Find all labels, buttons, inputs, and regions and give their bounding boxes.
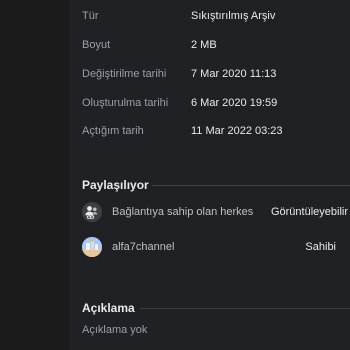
description-section-title: Açıklama xyxy=(82,301,135,315)
left-background xyxy=(0,0,69,350)
share-entry-role: Sahibi xyxy=(305,241,336,253)
share-entry-name: Bağlantıya sahip olan herkes xyxy=(112,206,254,218)
detail-value: 7 Mar 2020 11:13 xyxy=(191,68,277,80)
detail-row-opened: Açtığım tarih 11 Mar 2022 03:23 xyxy=(82,121,350,141)
share-entry-link[interactable]: Bağlantıya sahip olan herkes Görüntüleye… xyxy=(82,202,350,224)
window: Tür Sıkıştırılmış Arşiv Boyut 2 MB Değiş… xyxy=(0,0,350,350)
user-avatar xyxy=(82,237,102,257)
detail-value: Sıkıştırılmış Arşiv xyxy=(191,10,276,22)
detail-label: Açtığım tarih xyxy=(82,125,144,137)
detail-label: Oluşturulma tarihi xyxy=(82,97,169,109)
detail-label: Boyut xyxy=(82,39,111,51)
section-divider xyxy=(140,308,350,309)
link-people-icon xyxy=(82,202,102,222)
detail-label: Değiştirilme tarihi xyxy=(82,68,167,80)
details-panel: Tür Sıkıştırılmış Arşiv Boyut 2 MB Değiş… xyxy=(69,0,350,350)
section-divider xyxy=(152,185,350,186)
share-entry-owner[interactable]: alfa7channel Sahibi xyxy=(82,237,350,259)
detail-label: Tür xyxy=(82,10,99,22)
sharing-section-title: Paylaşılıyor xyxy=(82,178,149,192)
share-entry-role[interactable]: Görüntüleyebilir xyxy=(271,202,348,222)
detail-value: 11 Mar 2022 03:23 xyxy=(191,125,283,137)
detail-value: 2 MB xyxy=(191,39,217,51)
detail-row-size: Boyut 2 MB xyxy=(82,35,350,55)
detail-value: 6 Mar 2020 19:59 xyxy=(191,97,278,109)
share-entry-name: alfa7channel xyxy=(112,241,175,253)
detail-row-type: Tür Sıkıştırılmış Arşiv xyxy=(82,6,350,26)
description-text[interactable]: Açıklama yok xyxy=(82,322,147,338)
detail-row-created: Oluşturulma tarihi 6 Mar 2020 19:59 xyxy=(82,93,350,113)
detail-row-modified: Değiştirilme tarihi 7 Mar 2020 11:13 xyxy=(82,64,350,84)
